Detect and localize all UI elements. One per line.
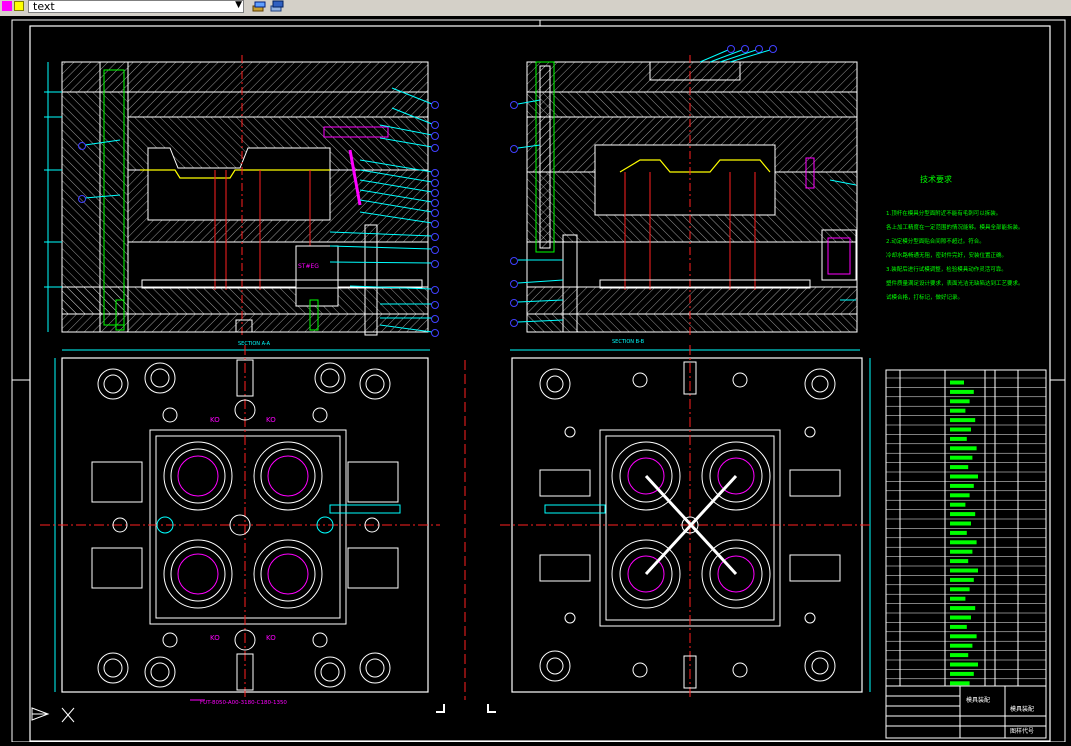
table-cell bbox=[950, 408, 966, 413]
tech-line-2: 各上加工精度在一定范围的情况能够。模具全部能拆装。 bbox=[886, 223, 1024, 231]
table-cell bbox=[950, 671, 974, 676]
table-cell bbox=[950, 389, 974, 394]
cad-canvas[interactable]: ST#EG SECTION A-A SECTION B-B KO KO KO K… bbox=[0, 16, 1071, 743]
tech-line-1: 1.顶杆在模具分型面附近不能有毛刺可以拆装。 bbox=[886, 209, 1001, 217]
layer-dropdown[interactable]: text ▼ bbox=[28, 0, 244, 13]
table-cell bbox=[950, 380, 964, 385]
bottom-note: FUT-8050-A00-3180-C180-1350 bbox=[200, 700, 287, 706]
table-cell bbox=[950, 427, 971, 432]
table-cell bbox=[950, 399, 970, 404]
table-cell bbox=[950, 596, 966, 601]
table-cell bbox=[950, 521, 971, 526]
section-a-view: ST#EG SECTION A-A bbox=[44, 55, 439, 347]
table-cell bbox=[950, 540, 977, 545]
layer-manager-icon[interactable] bbox=[252, 0, 266, 12]
ko-label-3: KO bbox=[210, 634, 220, 642]
tech-line-7: 试模合格，打标记，做好记录。 bbox=[886, 293, 963, 301]
table-cell bbox=[950, 643, 973, 648]
table-cell bbox=[950, 587, 970, 592]
plan-view-right bbox=[500, 345, 871, 700]
table-cell bbox=[950, 474, 978, 479]
tech-line-3: 2.动定模分型面贴合间隙不超过。符合。 bbox=[886, 237, 985, 245]
table-cell bbox=[950, 606, 976, 611]
table-cell bbox=[950, 624, 967, 629]
corner-mark-right bbox=[487, 704, 496, 713]
ucs-icon bbox=[31, 707, 75, 723]
layer-state-icon[interactable] bbox=[270, 0, 284, 12]
technical-requirements: 技术要求 1.顶杆在模具分型面附近不能有毛刺可以拆装。 各上加工精度在一定范围的… bbox=[886, 174, 1024, 301]
title-block: 模具装配 模具装配 图样代号 bbox=[885, 685, 1047, 739]
table-cell bbox=[950, 549, 973, 554]
table-cell bbox=[950, 653, 969, 658]
table-cell bbox=[950, 418, 976, 423]
title-cell-3: 图样代号 bbox=[1010, 727, 1034, 735]
table-cell bbox=[950, 493, 970, 498]
table-cell bbox=[950, 568, 978, 573]
title-cell-1: 模具装配 bbox=[966, 696, 990, 704]
table-cell bbox=[950, 502, 966, 507]
table-cell bbox=[950, 455, 973, 460]
ko-label-2: KO bbox=[266, 416, 276, 424]
parts-list-table bbox=[885, 369, 1047, 687]
ko-label-1: KO bbox=[210, 416, 220, 424]
table-cell bbox=[950, 436, 967, 441]
layer-toolbar: text ▼ bbox=[0, 0, 1071, 17]
layer-color-icon[interactable] bbox=[2, 1, 12, 11]
table-cell bbox=[950, 465, 969, 470]
section-b-label: SECTION B-B bbox=[612, 339, 645, 345]
ko-label-4: KO bbox=[266, 634, 276, 642]
tech-title: 技术要求 bbox=[920, 174, 952, 184]
tech-line-4: 冷却水路畅通无阻，密封件完好，安装位置正确。 bbox=[886, 251, 1007, 259]
layer-name-text: text bbox=[33, 0, 55, 13]
table-cell bbox=[950, 512, 976, 517]
plan-view-left: KO KO KO KO FUT-8050-A00-3180-C180-1350 bbox=[40, 345, 440, 706]
table-cell bbox=[950, 634, 977, 639]
part-label: ST#EG bbox=[298, 263, 319, 270]
table-cell bbox=[950, 483, 974, 488]
chevron-down-icon[interactable]: ▼ bbox=[235, 0, 242, 10]
corner-mark-left bbox=[436, 704, 445, 713]
table-cell bbox=[950, 681, 970, 686]
layer-lock-icon[interactable] bbox=[14, 1, 24, 11]
table-cell bbox=[950, 615, 971, 620]
section-a-label: SECTION A-A bbox=[238, 341, 271, 347]
table-cell bbox=[950, 446, 977, 451]
tech-line-5: 3.装配后进行试模调整，检验模具动作灵活可靠。 bbox=[886, 265, 1007, 273]
table-cell bbox=[950, 577, 974, 582]
cad-drawing-area[interactable]: ST#EG SECTION A-A SECTION B-B KO KO KO K… bbox=[0, 16, 1071, 743]
tech-line-6: 塑件质量满足设计要求，表面光洁无缺陷达到工艺要求。 bbox=[886, 279, 1024, 287]
section-b-view: SECTION B-B bbox=[510, 45, 858, 345]
table-cell bbox=[950, 662, 978, 667]
title-cell-2: 模具装配 bbox=[1010, 705, 1034, 713]
table-cell bbox=[950, 530, 967, 535]
table-cell bbox=[950, 559, 969, 564]
